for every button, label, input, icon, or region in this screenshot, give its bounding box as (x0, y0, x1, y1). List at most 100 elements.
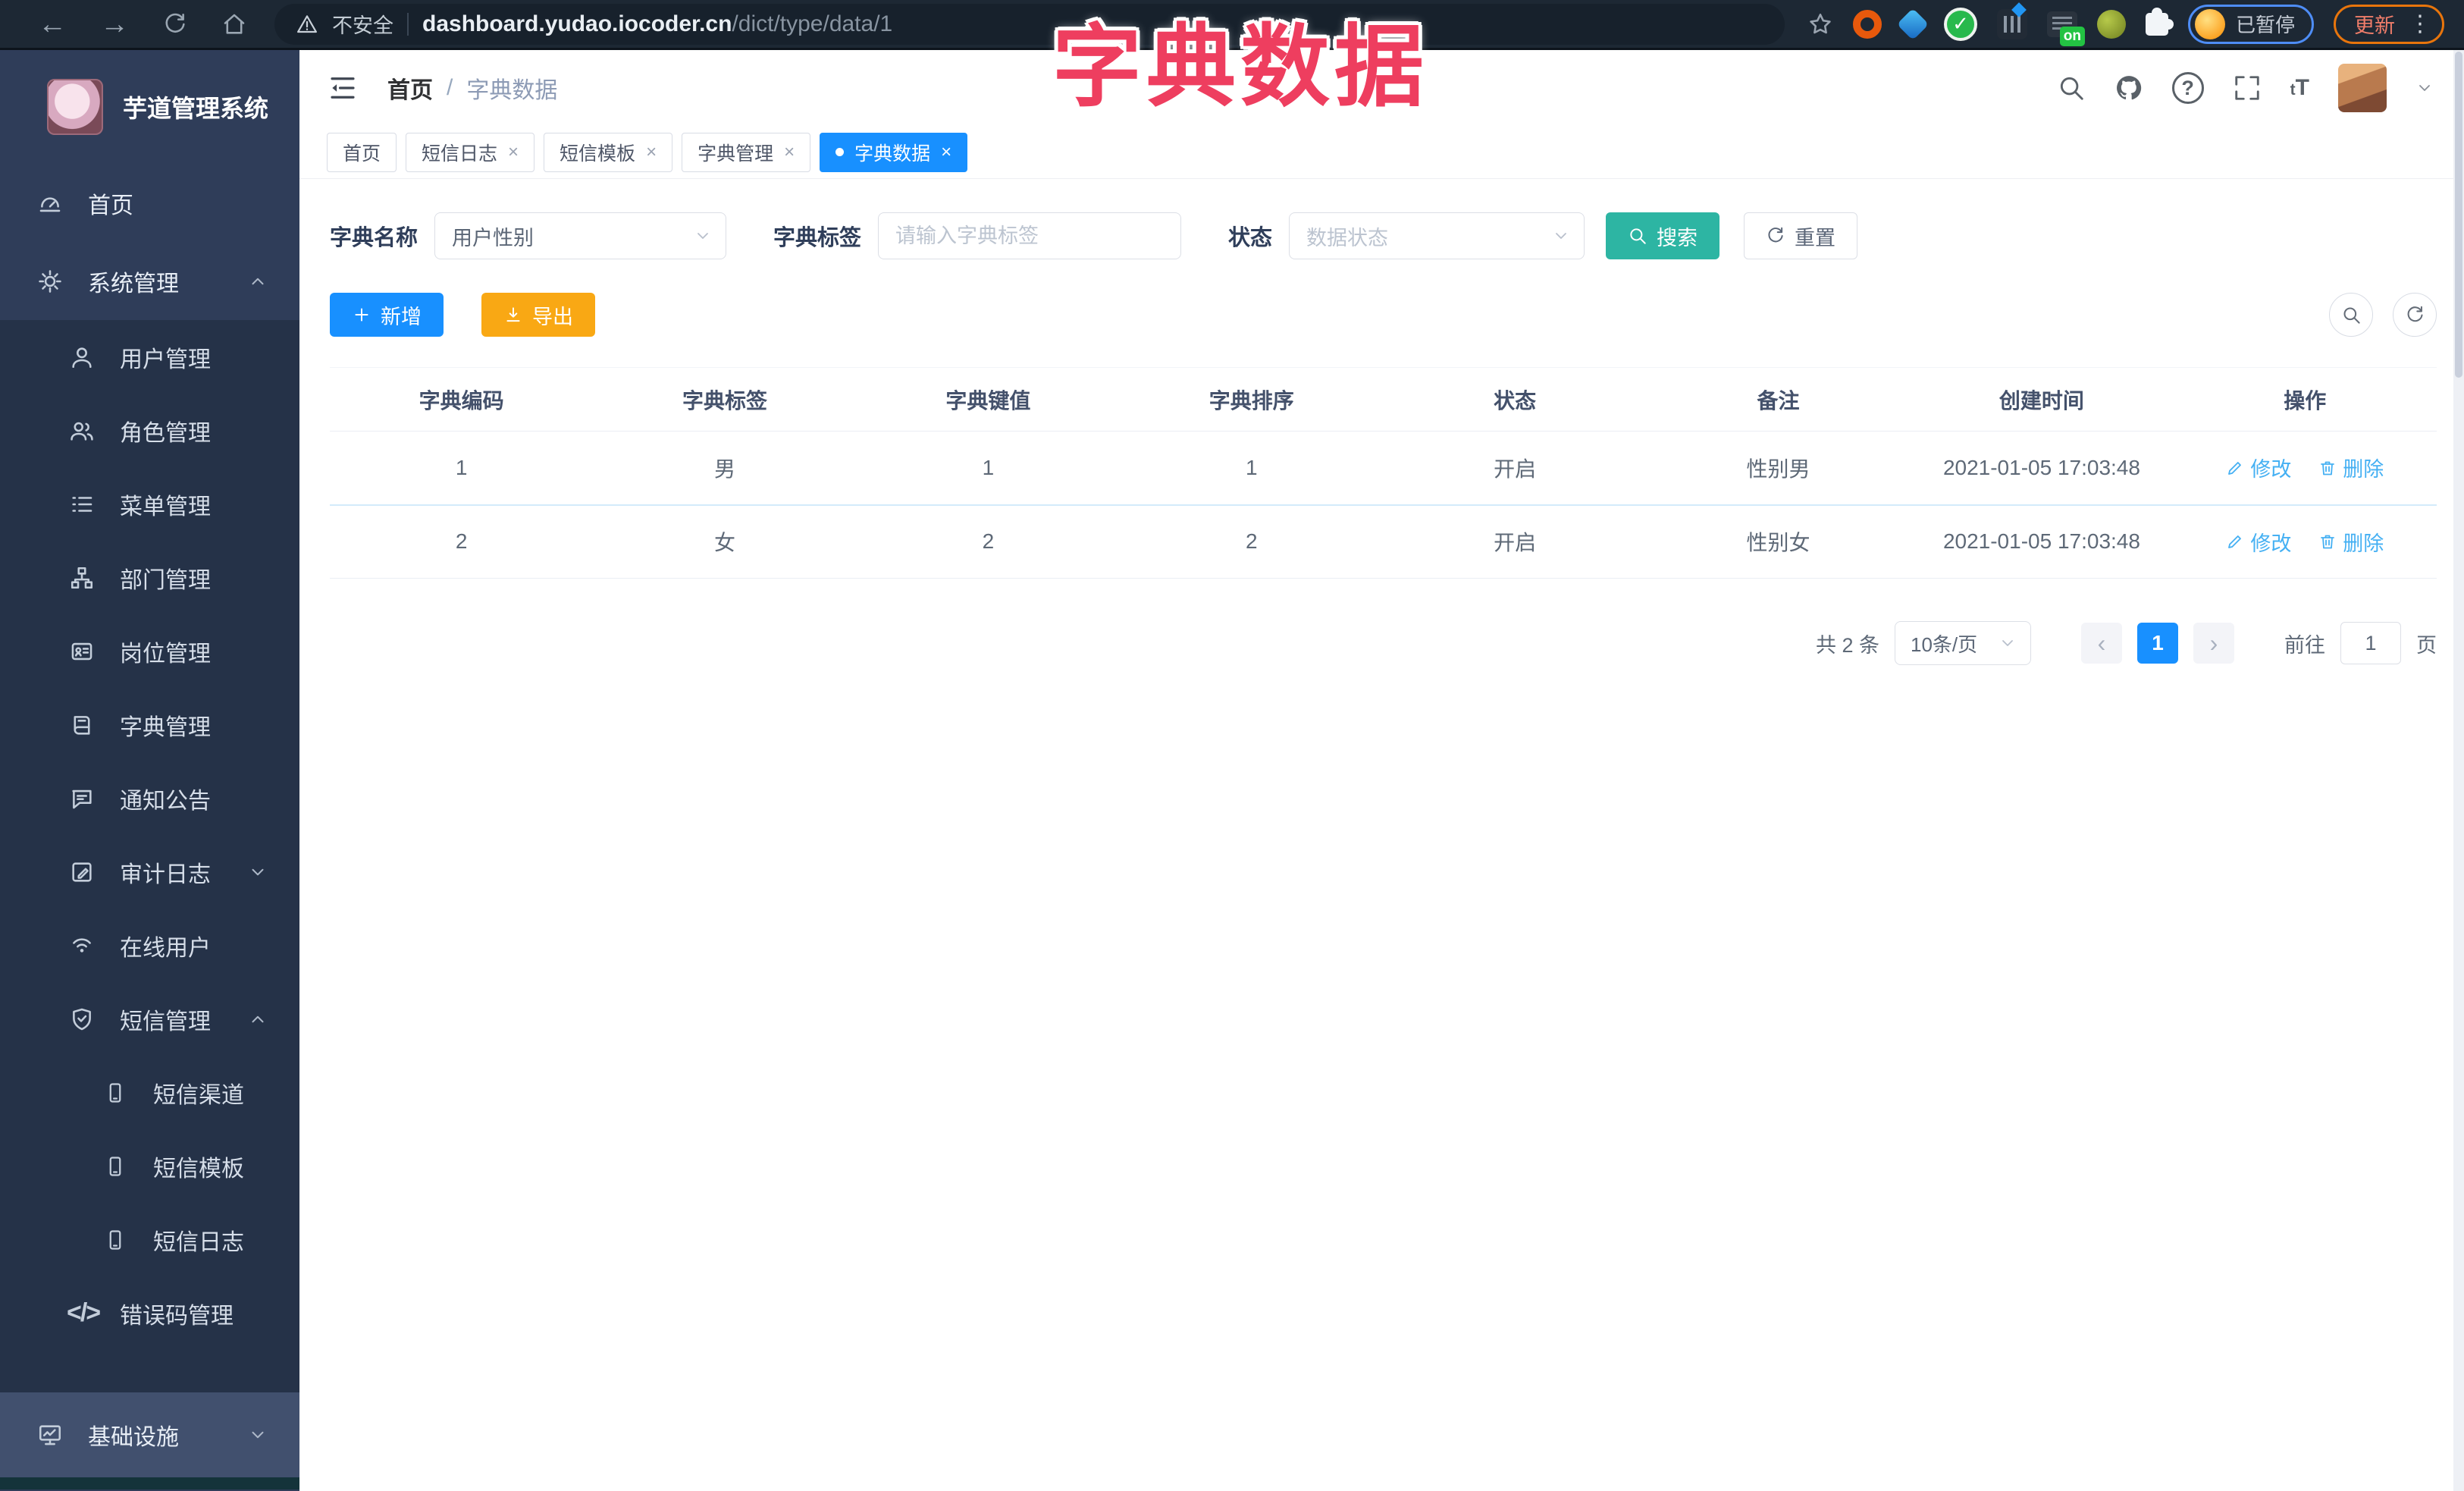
tab-dict-manage[interactable]: 字典管理 × (682, 132, 811, 172)
plus-icon (352, 305, 371, 325)
goto-page-input[interactable] (2340, 622, 2401, 664)
sidebar-item-users[interactable]: 用户管理 (0, 320, 299, 394)
prev-page-button[interactable]: ‹ (2081, 623, 2122, 664)
extension-orange-icon[interactable] (1852, 9, 1882, 39)
sidebar-item-dict[interactable]: 字典管理 (0, 688, 299, 761)
refresh-table-button[interactable] (2393, 293, 2437, 337)
close-icon[interactable]: × (941, 142, 951, 163)
navbar-right-tools: ? tT (2057, 64, 2434, 112)
search-button-label: 搜索 (1657, 226, 1698, 250)
sidebar-item-error-codes[interactable]: </> 错误码管理 (0, 1276, 299, 1350)
status-label: 状态 (1228, 226, 1273, 250)
col-dict-label: 字典标签 (593, 367, 857, 432)
export-button[interactable]: 导出 (481, 293, 595, 337)
github-icon[interactable] (2114, 74, 2143, 102)
browser-menu-kebab-icon[interactable]: ⋮ (2409, 11, 2431, 37)
delete-link[interactable]: 删除 (2318, 453, 2384, 482)
page-size-select[interactable]: 10条/页 (1895, 621, 2031, 665)
sidebar-item-sms-channel[interactable]: 短信渠道 (0, 1056, 299, 1129)
sidebar-logo-row[interactable]: 芋道管理系统 (0, 50, 299, 164)
breadcrumb-home[interactable]: 首页 (387, 71, 433, 105)
sidebar-item-home[interactable]: 首页 (0, 164, 299, 242)
sidebar-item-infrastructure[interactable]: 基础设施 (0, 1392, 299, 1477)
sidebar-item-roles[interactable]: 角色管理 (0, 394, 299, 467)
tab-sms-template[interactable]: 短信模板 × (544, 132, 673, 172)
dict-name-label: 字典名称 (330, 226, 419, 250)
app-shell: 芋道管理系统 首页 系统管理 用户管理 角色管理 菜单管理 部门管理 岗位管理 … (0, 50, 2464, 1491)
address-bar[interactable]: 不安全 dashboard.yudao.iocoder.cn/dict/type… (274, 3, 1785, 45)
paused-label: 已暂停 (2235, 14, 2295, 36)
sidebar-item-sms-template[interactable]: 短信模板 (0, 1129, 299, 1203)
tab-dict-data[interactable]: 字典数据 × (820, 132, 968, 172)
sidebar-item-online-users[interactable]: 在线用户 (0, 909, 299, 982)
cell-remark: 性别男 (1646, 431, 1911, 506)
cell-remark: 性别女 (1646, 504, 1911, 579)
tab-sms-log[interactable]: 短信日志 × (406, 132, 535, 172)
cell-status: 开启 (1383, 431, 1647, 506)
bookmark-star-icon[interactable] (1807, 11, 1833, 37)
delete-link[interactable]: 删除 (2318, 527, 2384, 557)
cell-created: 2021-01-05 17:03:48 (1910, 431, 2174, 506)
sidebar-item-posts[interactable]: 岗位管理 (0, 614, 299, 688)
next-page-button[interactable]: › (2193, 623, 2234, 664)
toggle-search-button[interactable] (2329, 293, 2373, 337)
window-scrollbar[interactable] (2453, 50, 2464, 1491)
reset-button[interactable]: 重置 (1744, 212, 1858, 259)
col-remark: 备注 (1646, 367, 1911, 432)
sidebar-item-notice[interactable]: 通知公告 (0, 761, 299, 835)
sidebar-item-departments[interactable]: 部门管理 (0, 541, 299, 614)
status-select[interactable]: 数据状态 (1289, 212, 1585, 259)
page-1-button[interactable]: 1 (2137, 623, 2178, 664)
scrollbar-thumb[interactable] (2455, 52, 2462, 378)
download-icon (503, 305, 523, 325)
close-icon[interactable]: × (646, 142, 657, 163)
fullscreen-icon[interactable] (2233, 74, 2262, 102)
dict-name-select[interactable]: 用户性别 (434, 212, 727, 259)
browser-forward-button[interactable]: → (100, 10, 129, 39)
sidebar-item-sms[interactable]: 短信管理 (0, 982, 299, 1056)
tab-label: 短信模板 (560, 143, 636, 165)
delete-label: 删除 (2343, 532, 2384, 555)
browser-back-button[interactable]: ← (38, 10, 67, 39)
dict-label-input[interactable] (878, 212, 1182, 259)
browser-home-button[interactable] (221, 11, 247, 37)
tab-label: 首页 (343, 143, 381, 165)
browser-extensions-area: ✓ on 已暂停 更新 ⋮ (1795, 2, 2464, 46)
browser-reload-button[interactable] (162, 11, 188, 37)
help-icon[interactable]: ? (2171, 72, 2204, 104)
chrome-update-button[interactable]: 更新 ⋮ (2334, 4, 2444, 44)
sidebar-item-sms-log[interactable]: 短信日志 (0, 1203, 299, 1276)
extension-gem-icon[interactable] (1896, 8, 1930, 40)
filter-form: 字典名称 用户性别 字典标签 状态 数据状态 搜索 (330, 212, 2437, 259)
font-size-icon[interactable]: tT (2290, 75, 2309, 101)
edit-link[interactable]: 修改 (2226, 527, 2291, 557)
profile-paused-chip[interactable]: 已暂停 (2187, 4, 2314, 44)
search-icon[interactable] (2057, 74, 2086, 102)
col-dict-value: 字典键值 (856, 367, 1121, 432)
edit-link[interactable]: 修改 (2226, 453, 2291, 482)
col-dict-sort: 字典排序 (1120, 367, 1384, 432)
users-icon (67, 418, 97, 444)
extensions-puzzle-icon[interactable] (2145, 7, 2174, 36)
search-button[interactable]: 搜索 (1606, 212, 1720, 259)
extension-tampermonkey-icon[interactable]: on (2046, 11, 2085, 46)
profile-avatar-icon (2194, 8, 2225, 39)
sidebar-item-menus[interactable]: 菜单管理 (0, 467, 299, 541)
extension-olive-icon[interactable] (2096, 9, 2126, 39)
dict-name-value: 用户性别 (452, 226, 534, 250)
sidebar-item-label: 字典管理 (120, 714, 211, 740)
avatar-caret-down-icon[interactable] (2415, 79, 2434, 97)
extension-check-icon[interactable]: ✓ (1943, 7, 1977, 41)
extension-sliders-icon[interactable] (1996, 2, 2027, 39)
pagination: 共 2 条 10条/页 ‹ 1 › 前往 页 (330, 621, 2437, 665)
sidebar-item-audit-log[interactable]: 审计日志 (0, 835, 299, 909)
tab-home[interactable]: 首页 (327, 132, 397, 172)
org-tree-icon (67, 565, 97, 591)
user-avatar[interactable] (2338, 64, 2387, 112)
sidebar-collapse-icon[interactable] (327, 72, 359, 104)
add-button[interactable]: 新增 (330, 293, 444, 337)
page-unit-label: 页 (2416, 633, 2437, 657)
close-icon[interactable]: × (784, 142, 795, 163)
close-icon[interactable]: × (508, 142, 519, 163)
sidebar-item-system[interactable]: 系统管理 (0, 242, 299, 320)
